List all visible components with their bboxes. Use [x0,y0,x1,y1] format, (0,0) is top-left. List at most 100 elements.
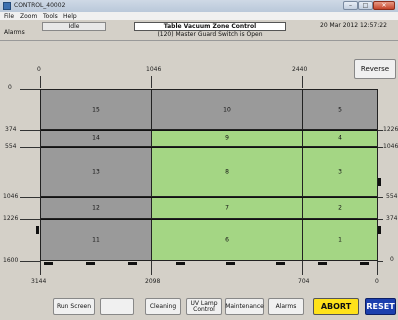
bottom-tick [377,261,378,275]
zone-number: 12 [92,204,100,211]
zone-number: 11 [92,236,100,243]
right-side-marker [378,226,381,234]
vacuum-zone-10[interactable]: 10 [152,90,303,130]
status-row: Idle Table Vacuum Zone Control 20 Mar 20… [0,20,398,41]
right-tick [378,130,383,131]
bottom-marker [128,262,137,265]
zone-number: 2 [338,204,342,211]
alarms-button[interactable]: Alarms [268,298,304,315]
zone-number: 8 [225,168,229,175]
left-tick [20,130,40,131]
right-axis-label: 1226 [383,126,398,133]
alarm-message: (120) Master Guard Switch is Open [157,31,263,38]
menu-tools[interactable]: Tools [43,13,58,20]
bottom-marker [86,262,95,265]
zone-boundary-line [41,219,377,220]
left-axis-label: 0 [8,84,12,91]
zone-number: 7 [225,204,229,211]
maximize-button[interactable]: □ [358,1,373,10]
zone-number: 14 [92,134,100,142]
vacuum-zone-4[interactable]: 4 [303,130,377,147]
top-axis-label: 0 [37,66,41,73]
bottom-marker [360,262,369,265]
vacuum-zone-12[interactable]: 12 [41,197,152,219]
right-axis-label: 554 [386,193,398,200]
right-axis-label: 374 [386,215,398,222]
vacuum-zone-8[interactable]: 8 [152,147,303,197]
left-axis-label: 1046 [3,193,19,200]
top-tick [302,76,303,88]
bottom-axis-label: 2098 [145,278,161,285]
left-tick [20,89,40,90]
cleaning-button[interactable]: Cleaning [145,298,181,315]
uv-lamp-control-button[interactable]: UV Lamp Control [186,298,222,315]
zone-number: 15 [92,106,100,113]
vacuum-zone-3[interactable]: 3 [303,147,377,197]
left-side-marker [36,226,39,234]
page-title: Table Vacuum Zone Control [134,22,286,31]
right-side-marker [378,178,381,186]
right-axis-label: 1046 [383,143,398,150]
vacuum-zone-13[interactable]: 13 [41,147,152,197]
blank-button[interactable] [100,298,134,315]
right-tick [378,147,383,148]
vacuum-zone-1[interactable]: 1 [303,219,377,260]
bottom-axis-label: 3144 [31,278,47,285]
bottom-tick [302,261,303,275]
top-tick [151,76,152,88]
bottom-marker [276,262,285,265]
bottom-axis-label: 0 [375,278,379,285]
bottom-marker [44,262,53,265]
top-tick [40,76,41,88]
bottom-marker [318,262,327,265]
menu-file[interactable]: File [4,13,14,20]
right-tick [378,261,383,262]
bottom-toolbar: Run Screen Cleaning UV Lamp Control Main… [0,290,398,320]
zone-number: 1 [338,236,342,243]
vacuum-zone-2[interactable]: 2 [303,197,377,219]
close-button[interactable]: ✕ [373,1,395,10]
vacuum-zone-11[interactable]: 11 [41,219,152,260]
right-tick [378,219,383,220]
vacuum-zone-7[interactable]: 7 [152,197,303,219]
alarms-label: Alarms [4,29,25,36]
vacuum-zone-6[interactable]: 6 [152,219,303,260]
window-title: CONTROL_40002 [14,2,66,9]
menu-bar: File Zoom Tools Help [0,12,398,20]
reset-button[interactable]: RESET [365,298,396,315]
right-axis-label: 0 [390,256,394,263]
menu-zoom[interactable]: Zoom [20,13,37,20]
bottom-tick [40,261,41,275]
left-tick [20,261,40,262]
maintenance-button[interactable]: Maintenance [225,298,264,315]
vacuum-zone-15[interactable]: 15 [41,90,152,130]
zone-boundary-line [41,197,377,198]
zone-number: 4 [338,134,342,142]
minimize-button[interactable]: – [343,1,358,10]
top-axis-label: 1046 [146,66,162,73]
vacuum-zone-14[interactable]: 14 [41,130,152,147]
left-axis-label: 374 [5,126,17,133]
vacuum-zone-table: 15 10 5 14 9 4 13 8 3 12 7 2 11 6 1 [40,89,378,261]
zone-number: 10 [223,106,231,113]
top-axis-label: 2440 [292,66,308,73]
zone-number: 3 [338,168,342,175]
bottom-axis-label: 704 [298,278,310,285]
app-icon [3,2,11,10]
abort-button[interactable]: ABORT [313,298,359,315]
left-tick [20,197,40,198]
menu-help[interactable]: Help [63,13,77,20]
run-screen-button[interactable]: Run Screen [53,298,95,315]
zone-number: 13 [92,168,100,175]
left-axis-label: 1226 [3,215,19,222]
vacuum-zone-9[interactable]: 9 [152,130,303,147]
zone-number: 6 [225,236,229,243]
zone-boundary-line [41,130,377,131]
left-axis-label: 554 [5,143,17,150]
vacuum-zone-5[interactable]: 5 [303,90,377,130]
right-tick [378,197,383,198]
datetime: 20 Mar 2012 12:57:22 [320,22,387,29]
left-tick [20,147,40,148]
reverse-button[interactable]: Reverse [354,59,396,79]
left-axis-label: 1600 [3,257,19,264]
